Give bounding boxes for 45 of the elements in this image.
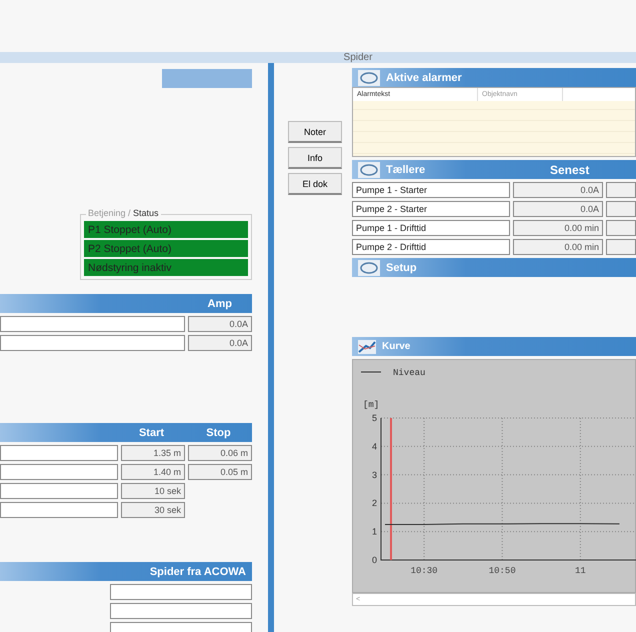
value-field: 0.06 m [188, 445, 252, 461]
tick-label: 5 [372, 413, 377, 423]
section-header: Spider fra ACOWA [0, 562, 252, 581]
side-button[interactable]: Info [288, 147, 342, 169]
name-field: Pumpe 1 - Starter [352, 182, 510, 198]
value-field: 0.0A [513, 201, 603, 217]
tick-label: 3 [372, 470, 377, 480]
value-field: 0.0A [188, 316, 252, 332]
value-field: 1.35 m [121, 445, 185, 461]
section-header: Kurve [352, 337, 636, 356]
window-title: Spider [0, 52, 636, 63]
input-field[interactable] [110, 584, 252, 600]
value-field: 0.0A [188, 335, 252, 351]
section-header: Aktive alarmer [352, 68, 636, 87]
input-field[interactable] [110, 603, 252, 619]
tick-label: 10:50 [488, 566, 516, 576]
side-button[interactable]: Noter [288, 121, 342, 143]
section-header: Amp [0, 294, 252, 313]
section-header: Tællere Senest [352, 160, 636, 179]
tick-label: 2 [372, 498, 377, 508]
value-field: 0.05 m [188, 464, 252, 480]
value-field: 1.40 m [121, 464, 185, 480]
value-field: 0.00 min [513, 220, 603, 236]
name-field: Pumpe 1 - Drifttid [352, 220, 510, 236]
tick-label: 10:30 [410, 566, 438, 576]
tick-label: 4 [372, 441, 377, 452]
chart-line-icon [358, 340, 376, 354]
section-header: Start Stop [0, 423, 252, 442]
side-button[interactable]: El dok [288, 173, 342, 195]
value-field: 0.00 min [513, 239, 603, 255]
axis-label: [m] [363, 400, 380, 410]
name-field: Pumpe 2 - Starter [352, 201, 510, 217]
name-field: Pumpe 2 - Drifttid [352, 239, 510, 255]
value-field: 10 sek [121, 483, 185, 499]
value-field: 30 sek [121, 502, 185, 518]
section-header: Setup [352, 258, 636, 277]
tick-label: 1 [372, 526, 377, 537]
status-indicator: P1 Stoppet (Auto) [84, 221, 248, 238]
value-field: 0.0A [513, 182, 603, 198]
tick-label: 0 [372, 555, 377, 565]
status-indicator: P2 Stoppet (Auto) [84, 240, 248, 257]
legend-label: Niveau [393, 368, 426, 378]
group-legend: Betjening / Status [86, 208, 161, 218]
status-indicator: Nødstyring inaktiv [84, 259, 248, 276]
tick-label: 11 [574, 566, 586, 576]
